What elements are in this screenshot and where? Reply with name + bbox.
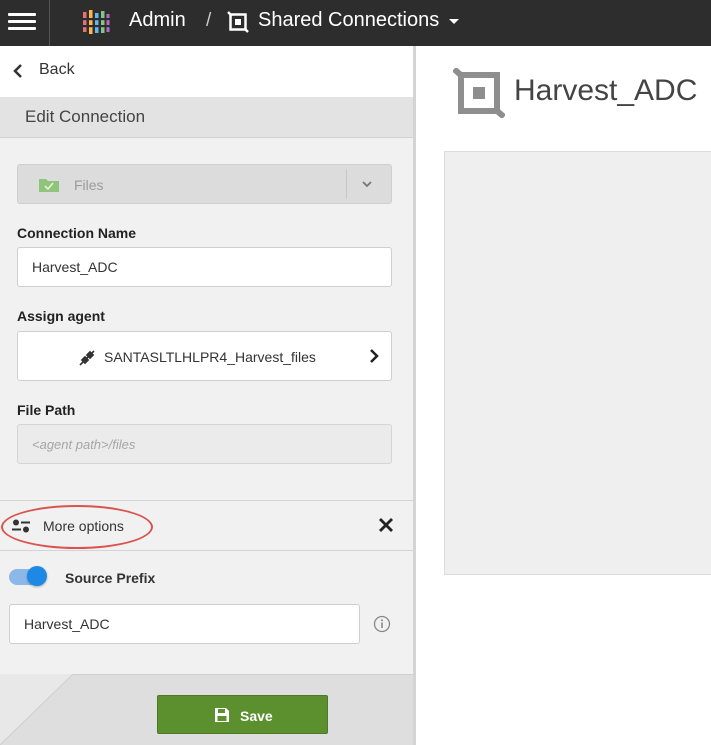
folder-icon [39,179,59,192]
connection-icon [453,68,505,118]
save-button[interactable]: Save [157,695,328,734]
source-prefix-toggle[interactable] [9,566,47,586]
assign-agent-button[interactable]: SANTASLTLHLPR4_Harvest_files [17,331,392,381]
info-icon[interactable] [373,615,391,633]
section-header: Edit Connection [0,97,413,138]
select-divider [346,169,347,199]
connection-icon [227,11,249,33]
back-label: Back [39,61,75,78]
save-icon [215,708,229,722]
file-path-label: File Path [17,402,76,418]
chevron-left-icon [13,64,22,78]
toggle-knob [27,566,47,586]
close-icon[interactable] [378,517,394,533]
assigned-agent-name: SANTASLTLHLPR4_Harvest_files [104,349,316,365]
page-title: Harvest_ADC [514,74,698,107]
save-label: Save [240,708,273,724]
edit-connection-panel: Back Edit Connection Files Connection Na… [0,46,413,745]
section-title: Edit Connection [25,107,146,126]
topbar-divider [49,0,50,46]
more-options-row[interactable]: More options [0,500,413,551]
hamburger-icon[interactable] [8,9,36,35]
file-path-input[interactable] [17,424,392,464]
plug-icon [79,350,95,366]
connection-name-label: Connection Name [17,225,137,241]
top-bar: Admin / Shared Connections [0,0,711,46]
connection-type-value: Files [74,177,104,193]
connection-name-input[interactable] [17,247,392,287]
breadcrumb-shared-connections[interactable]: Shared Connections [258,9,439,32]
app-title[interactable]: Admin [129,9,186,32]
panel-footer: Save [0,674,413,745]
more-options-label: More options [43,518,124,534]
assign-agent-label: Assign agent [17,308,105,324]
chevron-right-icon [370,349,379,363]
connection-type-select[interactable]: Files [17,164,392,204]
source-prefix-label: Source Prefix [65,570,156,586]
connection-canvas [444,151,711,575]
sliders-icon [12,519,30,533]
back-button[interactable]: Back [0,46,413,97]
breadcrumb-separator: / [206,10,212,31]
app-logo-icon[interactable] [82,9,110,35]
panel-border [413,46,416,745]
source-prefix-input[interactable] [9,604,360,644]
caret-down-icon[interactable] [449,19,459,24]
chevron-down-icon [362,181,372,188]
